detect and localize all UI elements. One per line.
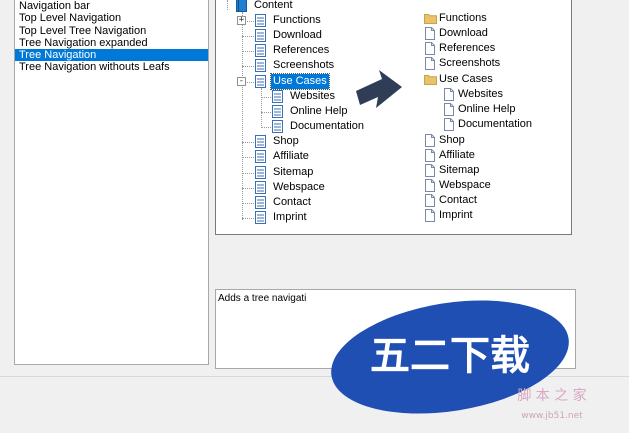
list-item[interactable]: Tree Navigation withouts Leafs	[15, 61, 208, 73]
page-icon	[425, 179, 435, 192]
watermark-logo: 五二下载 脚 本 之 家 www.jb51.net	[331, 300, 587, 421]
document-icon	[255, 29, 266, 42]
folder-icon	[424, 75, 437, 85]
preview-image: Content + - Functions Download Reference…	[215, 0, 572, 235]
document-icon	[255, 166, 266, 179]
document-icon	[255, 44, 266, 57]
document-icon	[255, 211, 266, 224]
document-icon	[272, 120, 283, 133]
page-icon	[444, 88, 454, 101]
tree-connector	[242, 218, 256, 219]
tree-connector	[261, 112, 271, 113]
page-icon	[425, 27, 435, 40]
list-item[interactable]: Top Level Tree Navigation	[15, 25, 208, 37]
document-icon	[255, 135, 266, 148]
page-icon	[444, 118, 454, 131]
tree-connector	[261, 127, 271, 128]
page-icon	[425, 134, 435, 147]
tree-connector	[261, 88, 262, 128]
page-icon	[425, 57, 435, 70]
list-item[interactable]: Tree Navigation expanded	[15, 37, 208, 49]
tree-connector	[261, 97, 271, 98]
document-icon	[255, 14, 266, 27]
navigation-type-list[interactable]: Navigation bar Top Level Navigation Top …	[14, 0, 209, 365]
document-icon	[255, 150, 266, 163]
collapse-minus-icon[interactable]: -	[237, 77, 246, 86]
tree-connector	[242, 142, 256, 143]
page-icon	[425, 42, 435, 55]
arrow-right-icon	[356, 70, 402, 108]
book-icon	[236, 0, 247, 12]
description-text: Adds a tree navigati	[218, 293, 307, 304]
list-item[interactable]: Top Level Navigation	[15, 12, 208, 24]
page-icon	[425, 164, 435, 177]
tree-connector	[242, 51, 256, 52]
folder-icon	[424, 14, 437, 24]
page-icon	[425, 209, 435, 222]
document-icon	[272, 90, 283, 103]
watermark-title: 五二下载	[370, 333, 530, 379]
tree-connector	[242, 173, 256, 174]
document-icon	[255, 59, 266, 72]
tree-connector	[227, 0, 228, 10]
tree-connector	[242, 203, 256, 204]
document-icon	[255, 75, 266, 88]
expand-plus-icon[interactable]: +	[237, 16, 246, 25]
list-item-selected[interactable]: Tree Navigation	[15, 49, 208, 62]
document-icon	[272, 105, 283, 118]
tree-connector	[242, 36, 256, 37]
watermark-subtitle: 脚 本 之 家	[517, 387, 586, 404]
page-icon	[444, 103, 454, 116]
watermark-url: www.jb51.net	[521, 411, 583, 421]
document-icon	[255, 196, 266, 209]
page-icon	[425, 149, 435, 162]
page-icon	[425, 194, 435, 207]
tree-connector	[242, 66, 256, 67]
list-item[interactable]: Navigation bar	[15, 0, 208, 12]
tree-connector	[242, 157, 256, 158]
tree-connector	[242, 188, 256, 189]
document-icon	[255, 181, 266, 194]
